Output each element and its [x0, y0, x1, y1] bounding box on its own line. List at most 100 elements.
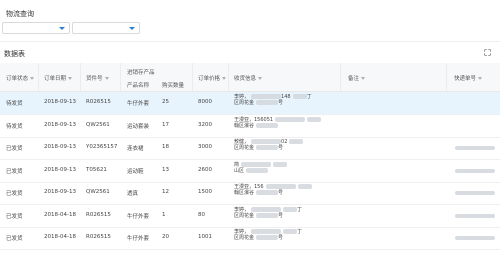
table-header: 订单状态 订单日期 货件号 进销存产品 产品名称 购买数量 订单价格 收货信息 …	[0, 63, 500, 92]
cell-price: 80	[198, 211, 205, 218]
cell-date: 2018-09-13	[44, 121, 76, 128]
cell-item-no: R026515	[86, 211, 111, 218]
sort-icon	[68, 77, 73, 80]
cell-item-no: QW2561	[86, 189, 110, 195]
col-date[interactable]: 订单日期	[44, 74, 73, 82]
expand-icon[interactable]	[484, 49, 491, 56]
cell-address: 李婷， 148 丁区周花金号	[234, 94, 312, 106]
address-line-1-end: 丁	[306, 94, 312, 100]
cell-product: 连衣裙	[127, 146, 144, 152]
cell-item-no: R026515	[86, 99, 111, 105]
filter-select-1[interactable]	[2, 22, 70, 34]
cell-date: 2018-09-13	[44, 189, 76, 195]
cell-price: 3200	[198, 121, 212, 128]
col-qty: 购买数量	[162, 83, 185, 89]
address-line-2-end: 号	[278, 235, 284, 241]
redacted-text	[289, 139, 304, 144]
cell-price: 3000	[198, 144, 212, 150]
redacted-text	[283, 229, 298, 234]
table-row[interactable]: 已发货 2018-09-13 Y02365157 连衣裙 18 3000 敖健， 02 区周花金…	[0, 137, 500, 160]
redacted-text	[251, 206, 282, 212]
column-divider	[192, 63, 193, 91]
cell-qty: 18	[162, 144, 169, 150]
address-line-2: 翰区瀑谷	[234, 190, 255, 196]
cell-product: 牛仔外套	[127, 101, 150, 107]
cell-date: 2018-09-13	[44, 166, 76, 173]
cell-tracking-redacted	[455, 168, 495, 173]
cell-price: 1001	[198, 234, 212, 240]
cell-address: 王漫亚，156051 翰区瀑谷	[234, 116, 322, 129]
column-divider	[228, 63, 229, 91]
filter-select-2[interactable]	[72, 22, 140, 34]
cell-tracking-redacted	[455, 213, 495, 218]
redacted-text	[246, 167, 269, 173]
redacted-text	[307, 116, 322, 122]
cell-tracking-redacted	[455, 236, 495, 240]
cell-item-no: Y02365157	[86, 144, 118, 150]
col-note-label: 备注	[348, 76, 360, 82]
cell-price: 8000	[198, 99, 212, 105]
redacted-text	[292, 94, 307, 99]
table-row[interactable]: 已发货 2018-04-18 R026515 牛仔外套 20 1001 李婷，丁区周花金号	[0, 227, 500, 250]
address-line-2-end: 号	[278, 100, 284, 106]
col-group: 进销存产品	[127, 70, 155, 76]
cell-item-no: T05621	[86, 166, 107, 173]
address-line-2: 山区	[234, 167, 245, 174]
col-tracking[interactable]: 快递单号	[454, 74, 483, 82]
cell-product: 牛仔外套	[127, 213, 150, 220]
sort-icon	[258, 77, 263, 80]
col-status[interactable]: 订单状态	[6, 74, 35, 82]
cell-product: 运动鞋	[127, 168, 144, 175]
cell-status: 已发货	[6, 191, 23, 197]
cell-tracking-redacted	[455, 191, 495, 195]
redacted-text	[251, 139, 282, 144]
column-divider	[80, 63, 81, 91]
address-line-2: 区周花金	[234, 235, 255, 241]
chevron-down-icon	[129, 27, 135, 30]
redacted-text	[256, 212, 279, 218]
table-row[interactable]: 待发货 2018-09-13 QW2561 运动套装 17 3200 王漫亚，156051 翰…	[0, 115, 500, 138]
address-line-1-end: 丁	[297, 206, 303, 213]
cell-status: 已发货	[6, 213, 23, 220]
col-price-label: 订单价格	[198, 76, 221, 82]
table-row[interactable]: 待发货 2018-09-13 R026515 牛仔外套 25 8000 李婷， 148 丁区周花…	[0, 92, 500, 115]
table-row[interactable]: 已发货 2018-09-13 QW2561 透真 12 1500 王漫亚，156 翰区瀑谷号	[0, 182, 500, 205]
col-product: 产品名称	[127, 83, 150, 89]
address-line-2-end: 号	[278, 190, 284, 196]
sort-icon	[104, 77, 109, 80]
cell-qty: 20	[162, 234, 169, 240]
col-price[interactable]: 订单价格	[198, 74, 227, 82]
cell-address: 简山区	[234, 161, 288, 174]
cell-address: 李婷，丁区周花金号	[234, 229, 302, 241]
table-row[interactable]: 已发货 2018-09-13 T05621 运动鞋 13 2600 简山区	[0, 160, 500, 183]
redacted-text	[241, 161, 272, 167]
column-divider	[120, 63, 121, 91]
redacted-text	[283, 206, 298, 212]
col-status-label: 订单状态	[6, 76, 29, 82]
cell-status: 待发货	[6, 123, 23, 130]
cell-status: 待发货	[6, 101, 23, 107]
col-item-no-label: 货件号	[86, 76, 103, 82]
col-note[interactable]: 备注	[348, 74, 366, 82]
redacted-text	[251, 229, 282, 234]
redacted-text	[256, 190, 279, 195]
address-line-1-end: 丁	[297, 229, 303, 235]
redacted-text	[251, 94, 282, 99]
sort-icon	[478, 77, 483, 80]
cell-address: 敖健， 02 区周花金号	[234, 139, 304, 151]
address-line-2: 翰区瀑谷	[234, 122, 255, 129]
redacted-text	[297, 184, 312, 189]
column-divider	[340, 63, 341, 91]
cell-product: 运动套装	[127, 123, 150, 130]
sort-icon	[222, 77, 227, 80]
cell-status: 已发货	[6, 236, 23, 242]
redacted-text	[256, 122, 279, 128]
cell-qty: 13	[162, 166, 169, 173]
cell-date: 2018-09-13	[44, 144, 76, 150]
col-item-no[interactable]: 货件号	[86, 74, 109, 82]
table-row[interactable]: 已发货 2018-04-18 R026515 牛仔外套 1 80 李婷，丁区周花金号	[0, 205, 500, 228]
col-address[interactable]: 收货信息	[234, 74, 263, 82]
address-line-2-end: 号	[278, 212, 284, 219]
cell-date: 2018-04-18	[44, 234, 76, 240]
cell-qty: 25	[162, 99, 169, 105]
